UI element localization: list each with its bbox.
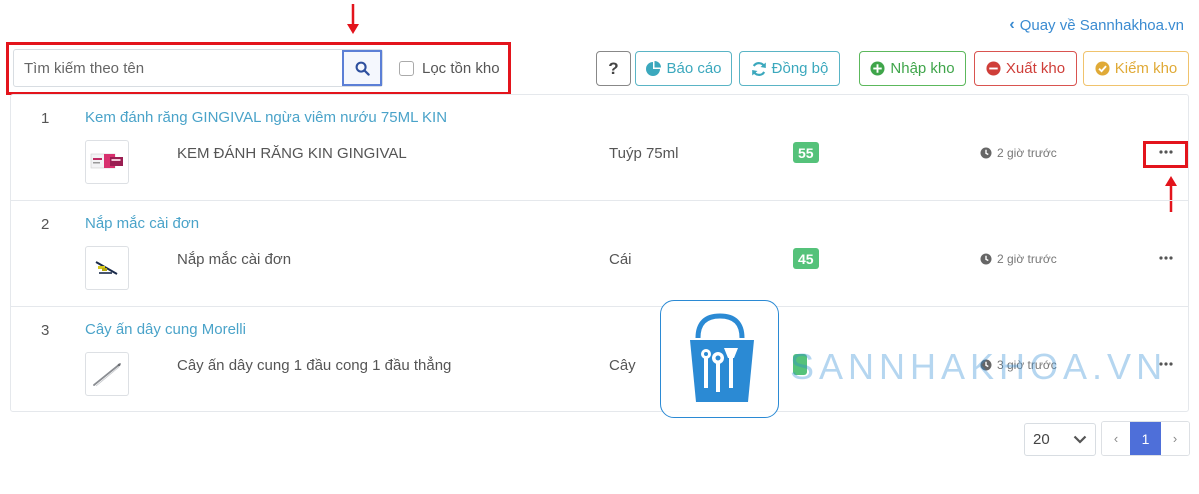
- watermark-logo: [660, 300, 779, 418]
- updated-time-label: 2 giờ trước: [997, 252, 1057, 266]
- export-stock-button[interactable]: Xuất kho: [974, 51, 1077, 86]
- clock-icon: [980, 253, 992, 265]
- pie-chart-icon: [645, 60, 662, 77]
- more-options-button[interactable]: [1158, 145, 1174, 159]
- minus-circle-icon: [986, 61, 1001, 76]
- archwire-pusher-icon: [93, 363, 121, 387]
- stock-check-button[interactable]: Kiểm kho: [1083, 51, 1189, 86]
- import-stock-button[interactable]: Nhập kho: [859, 51, 966, 86]
- export-stock-label: Xuất kho: [1005, 60, 1066, 77]
- import-stock-label: Nhập kho: [890, 60, 955, 77]
- product-thumbnail[interactable]: [85, 246, 129, 290]
- quantity-badge: 55: [793, 142, 819, 163]
- page-size-select[interactable]: 20: [1024, 423, 1096, 456]
- sync-icon: [751, 61, 767, 77]
- product-thumbnail[interactable]: [85, 140, 129, 184]
- variant-name: Cây ấn dây cung 1 đầu cong 1 đầu thẳng: [177, 357, 452, 374]
- bracket-cap-icon: [95, 261, 118, 275]
- sync-button-label: Đồng bộ: [771, 60, 829, 77]
- sync-button[interactable]: Đồng bộ: [739, 51, 840, 86]
- ellipsis-icon: [1159, 150, 1173, 154]
- report-button[interactable]: Báo cáo: [635, 51, 732, 86]
- back-to-store-link[interactable]: ‹ Quay về Sannhakhoa.vn: [1009, 16, 1184, 34]
- plus-circle-icon: [870, 61, 885, 76]
- product-thumbnail[interactable]: [85, 352, 129, 396]
- dental-tools-bag-logo-icon: [689, 313, 754, 402]
- product-title-link[interactable]: Nắp mắc cài đơn: [85, 215, 199, 232]
- check-circle-icon: [1095, 61, 1110, 76]
- variant-unit: Tuýp 75ml: [609, 145, 679, 162]
- variant-name: KEM ĐÁNH RĂNG KIN GINGIVAL: [177, 145, 407, 162]
- stock-check-label: Kiểm kho: [1114, 60, 1178, 77]
- row-index: 1: [41, 110, 50, 127]
- list-item: 2 Nắp mắc cài đơn Nắp mắc cài đơn Cái 45…: [11, 201, 1188, 307]
- clock-icon: [980, 147, 992, 159]
- red-arrow-down-icon: [347, 4, 359, 34]
- updated-time: 2 giờ trước: [980, 252, 1057, 266]
- search-highlight-box: [6, 42, 511, 95]
- watermark-text: SANNHAKHOA.VN: [790, 346, 1168, 387]
- list-item: 1 Kem đánh răng GINGIVAL ngừa viêm nướu …: [11, 95, 1188, 201]
- ellipsis-icon: [1159, 256, 1173, 260]
- updated-time-label: 2 giờ trước: [997, 146, 1057, 160]
- variant-unit: Cây: [609, 357, 636, 374]
- toothpaste-box-icon: [90, 153, 123, 169]
- chevron-down-icon: [1073, 435, 1087, 444]
- prev-page-button[interactable]: ‹: [1102, 422, 1130, 455]
- report-button-label: Báo cáo: [666, 60, 722, 77]
- help-button-label: ?: [608, 58, 619, 78]
- more-options-button[interactable]: [1158, 251, 1174, 265]
- row-index: 3: [41, 322, 50, 339]
- variant-name: Nắp mắc cài đơn: [177, 251, 292, 268]
- pagination: ‹ 1 ›: [1101, 421, 1190, 456]
- next-page-button[interactable]: ›: [1161, 422, 1189, 455]
- page-size-value: 20: [1033, 431, 1050, 448]
- chevron-left-icon: ‹: [1009, 16, 1015, 33]
- quantity-badge: 45: [793, 248, 819, 269]
- help-button[interactable]: ?: [596, 51, 631, 86]
- product-title-link[interactable]: Kem đánh răng GINGIVAL ngừa viêm nướu 75…: [85, 109, 447, 126]
- variant-unit: Cái: [609, 251, 632, 268]
- product-title-link[interactable]: Cây ấn dây cung Morelli: [85, 321, 246, 338]
- back-link-label: Quay về Sannhakhoa.vn: [1019, 16, 1184, 34]
- page-button-current[interactable]: 1: [1130, 422, 1161, 455]
- updated-time: 2 giờ trước: [980, 146, 1057, 160]
- row-index: 2: [41, 216, 50, 233]
